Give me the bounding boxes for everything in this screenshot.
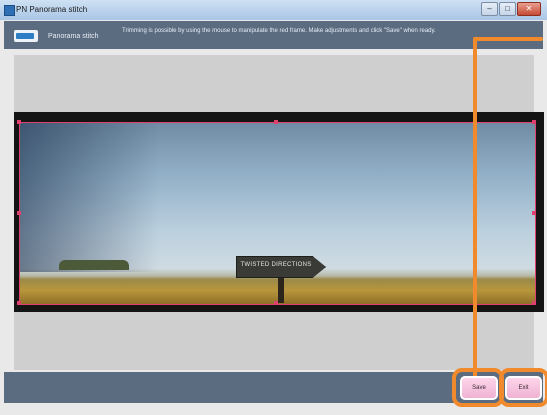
title-bar[interactable]: PN Panorama stitch – □ ✕ — [0, 0, 547, 20]
maximize-icon[interactable]: □ — [499, 2, 516, 16]
window-title: PN Panorama stitch — [16, 5, 88, 14]
minimize-icon[interactable]: – — [481, 2, 498, 16]
app-icon — [4, 5, 15, 16]
crop-handle-bottom-right[interactable] — [532, 301, 536, 305]
instructions-text: Trimming is possible by using the mouse … — [122, 28, 436, 34]
crop-handle-top-right[interactable] — [532, 120, 536, 124]
callout-line — [473, 37, 477, 377]
close-icon[interactable]: ✕ — [517, 2, 541, 16]
crop-handle-bottom[interactable] — [274, 301, 278, 305]
header-bar: Panorama stitch Trimming is possible by … — [4, 21, 543, 49]
save-button[interactable]: Save — [460, 376, 498, 400]
crop-handle-right[interactable] — [532, 211, 536, 215]
crop-handle-top-left[interactable] — [17, 120, 21, 124]
panorama-logo-icon — [14, 30, 38, 42]
crop-handle-top[interactable] — [274, 120, 278, 124]
callout-line-top — [473, 37, 543, 41]
crop-handle-left[interactable] — [17, 211, 21, 215]
app-window: PN Panorama stitch – □ ✕ Panorama stitch… — [0, 0, 547, 415]
header-title: Panorama stitch — [48, 33, 99, 40]
exit-button[interactable]: Exit — [505, 376, 542, 400]
crop-handle-bottom-left[interactable] — [17, 301, 21, 305]
window-controls: – □ ✕ — [481, 2, 541, 16]
crop-frame[interactable] — [19, 122, 536, 305]
